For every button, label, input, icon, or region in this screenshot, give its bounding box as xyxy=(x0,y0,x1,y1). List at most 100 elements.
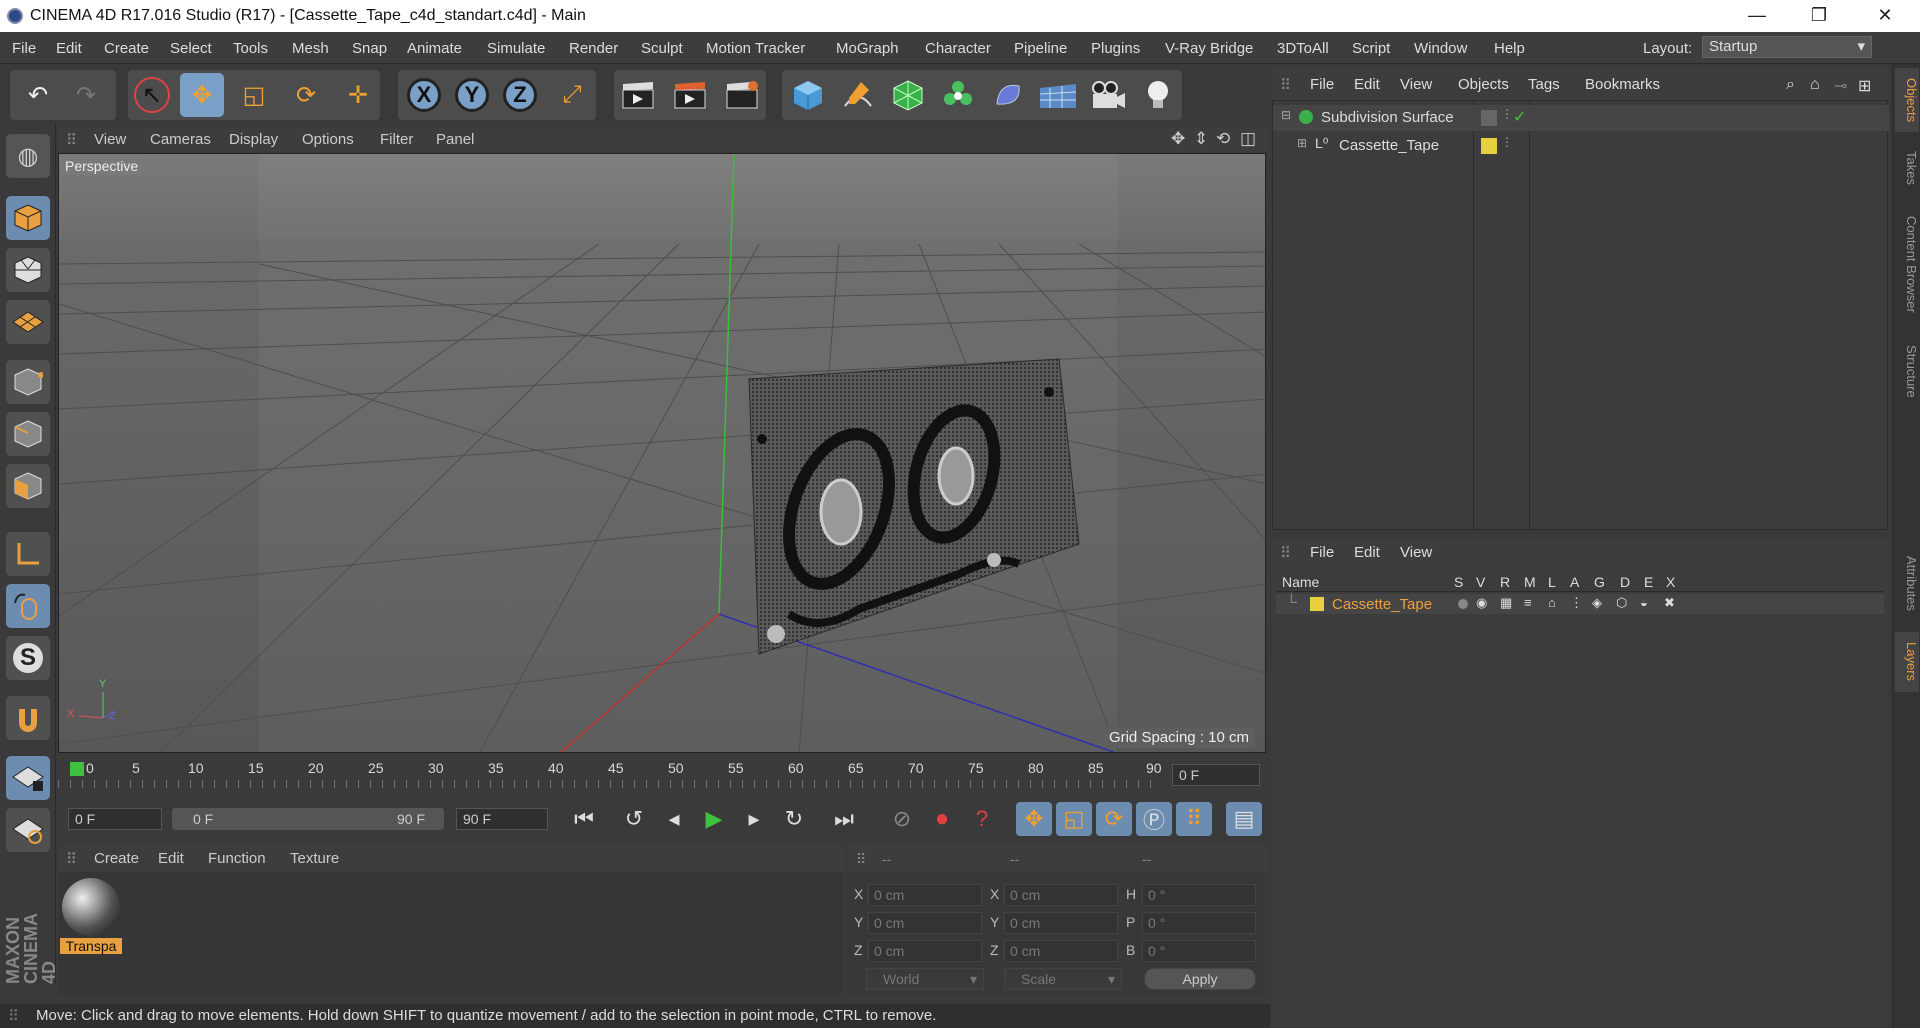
start-frame-field[interactable]: 0 F xyxy=(68,808,162,830)
goto-start-button[interactable]: ⏮ xyxy=(566,802,602,836)
xref-icon[interactable]: ✖ xyxy=(1664,595,1675,611)
manager-icon[interactable]: ≡ xyxy=(1524,595,1532,610)
viewport-rotate-icon[interactable]: ⟲ xyxy=(1216,129,1230,149)
tab-takes[interactable]: Takes xyxy=(1895,144,1919,192)
goto-end-button[interactable]: ⏭ xyxy=(826,802,862,836)
planar-workplane-button[interactable] xyxy=(6,808,50,852)
play-button[interactable]: ▶ xyxy=(696,802,732,836)
viewport-menu-cameras[interactable]: Cameras xyxy=(150,131,211,148)
y-axis-button[interactable]: Y xyxy=(450,73,494,117)
light-button[interactable] xyxy=(1136,73,1180,117)
z-axis-button[interactable]: Z xyxy=(498,73,542,117)
obj-menu-objects[interactable]: Objects xyxy=(1458,76,1509,93)
col-x[interactable]: X xyxy=(1666,574,1675,590)
coord-mode-select[interactable]: World ▾ xyxy=(866,968,984,990)
menu-mograph[interactable]: MoGraph xyxy=(836,40,899,57)
tab-attributes[interactable]: Attributes xyxy=(1895,542,1919,624)
col-s[interactable]: S xyxy=(1454,574,1463,590)
size-x-field[interactable]: 0 cm xyxy=(1004,884,1118,906)
rot-b-field[interactable]: 0 ° xyxy=(1142,940,1256,962)
menu-mesh[interactable]: Mesh xyxy=(292,40,329,57)
menu-plugins[interactable]: Plugins xyxy=(1091,40,1140,57)
obj-menu-file[interactable]: File xyxy=(1310,76,1334,93)
cube-button[interactable] xyxy=(786,73,830,117)
layer-color-swatch[interactable] xyxy=(1481,138,1497,154)
edges-mode-button[interactable] xyxy=(6,412,50,456)
enable-axis-button[interactable] xyxy=(6,532,50,576)
x-axis-button[interactable]: X xyxy=(402,73,446,117)
viewport-move-icon[interactable]: ✥ xyxy=(1171,129,1185,149)
next-key-button[interactable]: ↻ xyxy=(776,802,812,836)
autokey-button[interactable]: ⏺ xyxy=(924,802,960,836)
eye-icon[interactable]: ◉ xyxy=(1476,595,1487,611)
menu-help[interactable]: Help xyxy=(1494,40,1525,57)
tab-layers[interactable]: Layers xyxy=(1895,632,1919,692)
scale-button[interactable]: ◱ xyxy=(232,73,276,117)
lock-icon[interactable]: ⌂ xyxy=(1548,595,1556,610)
camera-button[interactable] xyxy=(1086,73,1130,117)
key-parameter-button[interactable]: Ⓟ xyxy=(1136,802,1172,836)
make-editable-button[interactable]: ◍ xyxy=(6,134,50,178)
record-button[interactable]: ⊘ xyxy=(884,802,920,836)
menu-animate[interactable]: Animate xyxy=(407,40,462,57)
apply-button[interactable]: Apply xyxy=(1144,968,1256,990)
new-window-icon[interactable]: ⊞ xyxy=(1858,76,1871,96)
size-z-field[interactable]: 0 cm xyxy=(1004,940,1118,962)
viewport-menu-panel[interactable]: Panel xyxy=(436,131,474,148)
material-menu-create[interactable]: Create xyxy=(94,850,139,867)
key-rotation-button[interactable]: ⟳ xyxy=(1096,802,1132,836)
viewport-perspective[interactable]: Perspective Y X Z Grid Spacing : 10 cm xyxy=(58,153,1266,753)
dots-icon[interactable]: ⋮ xyxy=(1501,135,1513,149)
material-menu-edit[interactable]: Edit xyxy=(158,850,184,867)
menu-snap[interactable]: Snap xyxy=(352,40,387,57)
viewport-menu-view[interactable]: View xyxy=(94,131,126,148)
maximize-button[interactable]: ❐ xyxy=(1792,0,1846,32)
tab-objects[interactable]: Objects xyxy=(1895,68,1919,132)
pos-z-field[interactable]: 0 cm xyxy=(868,940,982,962)
material-item[interactable]: Transpa xyxy=(60,878,122,958)
menu-motion-tracker[interactable]: Motion Tracker xyxy=(706,40,805,57)
menu-script[interactable]: Script xyxy=(1352,40,1390,57)
deformer-layer-icon[interactable]: ⬡ xyxy=(1616,595,1627,611)
prev-key-button[interactable]: ↺ xyxy=(616,802,652,836)
render-settings-button[interactable] xyxy=(720,73,764,117)
layer-name[interactable]: Cassette_Tape xyxy=(1332,596,1432,613)
dots-icon[interactable]: ⋮ xyxy=(1501,107,1513,121)
layer-menu-file[interactable]: File xyxy=(1310,544,1334,561)
col-l[interactable]: L xyxy=(1548,574,1556,590)
scheme-button[interactable]: ▤ xyxy=(1226,802,1262,836)
col-a[interactable]: A xyxy=(1570,574,1579,590)
tree-row-subdivision[interactable]: ⊟ Subdivision Surface ⋮ ✓ xyxy=(1273,105,1889,131)
rotate-button[interactable]: ⟳ xyxy=(284,73,328,117)
viewport-toggle-icon[interactable]: ◫ xyxy=(1240,129,1256,149)
next-frame-button[interactable]: ▸ xyxy=(736,802,772,836)
layer-color-swatch[interactable] xyxy=(1310,597,1324,611)
obj-menu-view[interactable]: View xyxy=(1400,76,1432,93)
col-v[interactable]: V xyxy=(1476,574,1485,590)
obj-menu-bookmarks[interactable]: Bookmarks xyxy=(1585,76,1660,93)
solo-toggle[interactable] xyxy=(1458,599,1468,609)
layout-select[interactable]: Startup ▾ xyxy=(1702,36,1872,58)
undo-button[interactable]: ↶ xyxy=(16,73,60,117)
menu-sculpt[interactable]: Sculpt xyxy=(641,40,683,57)
polygons-mode-button[interactable] xyxy=(6,464,50,508)
layer-menu-view[interactable]: View xyxy=(1400,544,1432,561)
material-menu-texture[interactable]: Texture xyxy=(290,850,339,867)
model-mode-button[interactable] xyxy=(6,196,50,240)
tree-row-cassette[interactable]: ⊞ L⁰ Cassette_Tape ⋮ xyxy=(1273,133,1889,159)
viewport-menu-filter[interactable]: Filter xyxy=(380,131,413,148)
menu-select[interactable]: Select xyxy=(170,40,212,57)
menu-pipeline[interactable]: Pipeline xyxy=(1014,40,1067,57)
texture-mode-button[interactable] xyxy=(6,248,50,292)
deformer-button[interactable] xyxy=(986,73,1030,117)
key-position-button[interactable]: ✥ xyxy=(1016,802,1052,836)
menu-edit[interactable]: Edit xyxy=(56,40,82,57)
recent-tool-button[interactable]: ✛ xyxy=(336,73,380,117)
snap-button[interactable] xyxy=(6,696,50,740)
workplane-button[interactable] xyxy=(6,300,50,344)
floor-button[interactable] xyxy=(1036,73,1080,117)
render-clapper-icon[interactable]: ▦ xyxy=(1500,595,1512,611)
move-button[interactable]: ✥ xyxy=(180,73,224,117)
visibility-toggle[interactable] xyxy=(1481,110,1497,126)
points-mode-button[interactable] xyxy=(6,360,50,404)
